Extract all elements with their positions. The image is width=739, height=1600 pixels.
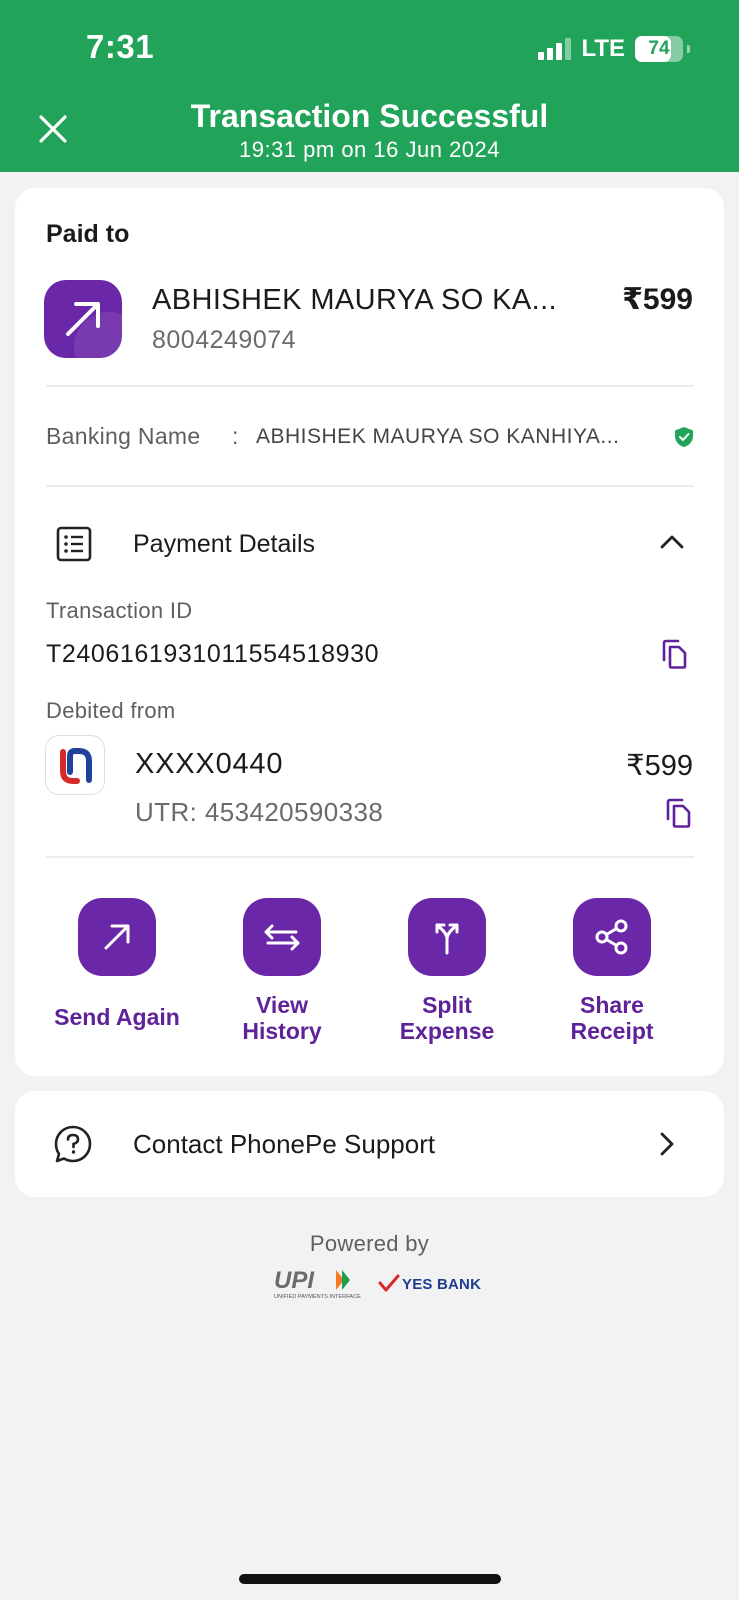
status-indicators: LTE 74 <box>538 34 690 64</box>
copy-icon[interactable] <box>659 638 689 670</box>
paid-amount: ₹599 <box>622 283 693 316</box>
split-expense-button[interactable]: Split Expense <box>367 898 527 1044</box>
check-mark-icon <box>378 1274 400 1292</box>
verified-shield-icon <box>675 427 693 447</box>
home-indicator[interactable] <box>239 1574 501 1584</box>
battery-level: 74 <box>648 38 670 59</box>
divider <box>46 385 694 387</box>
transaction-card: Paid to ABHISHEK MAURYA SO KA... 8004249… <box>15 188 724 1076</box>
upi-logo: UPI UNIFIED PAYMENTS INTERFACE <box>274 1267 361 1300</box>
split-expense-icon-button[interactable] <box>408 898 486 976</box>
view-history-button[interactable]: View History <box>202 898 362 1044</box>
battery-icon: 74 <box>635 36 690 62</box>
share-receipt-label-line2: Receipt <box>570 1018 654 1044</box>
union-bank-logo <box>45 735 105 795</box>
payee-avatar <box>44 280 122 358</box>
payee-name: ABHISHEK MAURYA SO KA... <box>152 284 557 316</box>
app-header: 7:31 LTE 74 Transaction Successful 19:31… <box>0 0 739 172</box>
status-time: 7:31 <box>86 28 155 65</box>
utr-number: UTR: 453420590338 <box>135 797 384 827</box>
split-expense-label-line2: Expense <box>399 1018 495 1044</box>
receipt-list-icon <box>56 526 92 562</box>
battery-nub <box>687 45 690 53</box>
yes-bank-logo: YES BANK <box>378 1272 481 1296</box>
share-receipt-label-line1: Share <box>580 992 644 1018</box>
send-again-button[interactable]: Send Again <box>37 898 197 1030</box>
view-history-label-line1: View <box>256 992 308 1018</box>
share-receipt-icon-button[interactable] <box>573 898 651 976</box>
contact-support-row[interactable]: Contact PhonePe Support <box>15 1091 724 1197</box>
network-label: LTE <box>581 35 625 62</box>
banking-name-value: ABHISHEK MAURYA SO KANHIYA... <box>256 425 620 448</box>
share-receipt-button[interactable]: Share Receipt <box>532 898 692 1044</box>
debit-amount: ₹599 <box>626 750 693 782</box>
transaction-timestamp: 19:31 pm on 16 Jun 2024 <box>238 137 501 162</box>
share-receipt-label: Share Receipt <box>532 992 692 1044</box>
upi-tagline: UNIFIED PAYMENTS INTERFACE <box>274 1294 361 1300</box>
banking-name-colon: : <box>232 423 239 449</box>
send-again-icon-button[interactable] <box>78 898 156 976</box>
chevron-up-icon[interactable] <box>658 528 686 556</box>
debit-account-number: XXXX0440 <box>135 748 284 780</box>
arrow-up-right-icon <box>104 924 130 950</box>
payee-phone: 8004249074 <box>152 326 297 354</box>
view-history-label: View History <box>202 992 362 1044</box>
split-arrows-icon <box>435 923 459 955</box>
split-expense-label-line1: Split <box>422 992 472 1018</box>
view-history-label-line2: History <box>242 1018 322 1044</box>
upi-mark: UPI <box>274 1267 315 1294</box>
arrow-up-right-icon <box>66 302 100 336</box>
contact-support-label: Contact PhonePe Support <box>133 1129 436 1159</box>
powered-by-label: Powered by <box>309 1231 430 1256</box>
copy-icon[interactable] <box>663 797 693 829</box>
help-chat-icon <box>54 1125 92 1163</box>
banking-name-label: Banking Name <box>46 423 201 449</box>
divider <box>46 485 694 487</box>
transaction-id-value: T2406161931011554518930 <box>46 640 380 668</box>
signal-icon <box>538 38 572 60</box>
chevron-right-icon <box>660 1132 674 1156</box>
transaction-id-label: Transaction ID <box>46 598 193 623</box>
payment-details-title[interactable]: Payment Details <box>133 530 315 559</box>
yes-bank-name: YES BANK <box>402 1275 482 1293</box>
page-title: Transaction Successful <box>190 98 549 134</box>
swap-arrows-icon <box>264 924 300 951</box>
divider <box>46 856 694 858</box>
bank-logo-icon <box>60 748 92 784</box>
split-expense-label: Split Expense <box>367 992 527 1044</box>
share-icon <box>595 919 628 955</box>
view-history-icon-button[interactable] <box>243 898 321 976</box>
debited-from-label: Debited from <box>46 698 176 723</box>
send-again-label: Send Again <box>54 1004 180 1030</box>
paid-to-label: Paid to <box>46 220 130 248</box>
